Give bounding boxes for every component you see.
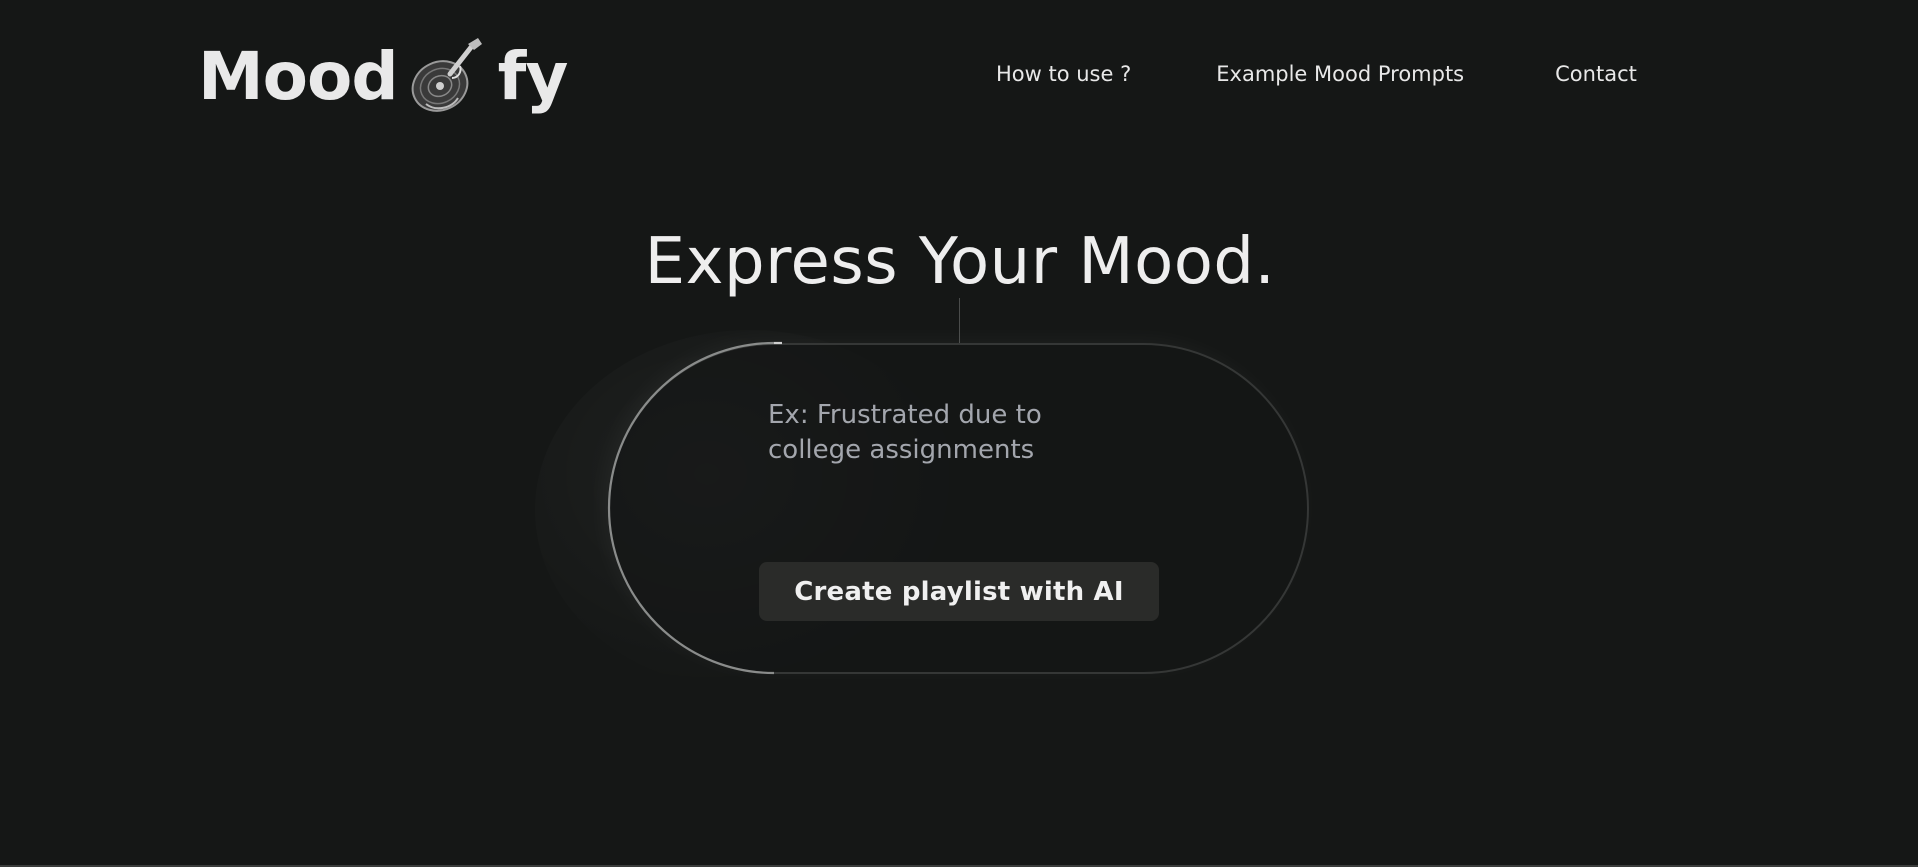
- headline-connector-line: [959, 298, 960, 344]
- nav-link-contact[interactable]: Contact: [1555, 62, 1637, 86]
- main-nav: How to use ? Example Mood Prompts Contac…: [996, 62, 1637, 86]
- nav-link-example-mood-prompts[interactable]: Example Mood Prompts: [1216, 62, 1464, 86]
- brand-logo[interactable]: Mood fy: [198, 30, 569, 122]
- guitar-vinyl-icon: [406, 34, 490, 118]
- hero-headline: Express Your Mood.: [644, 225, 1276, 299]
- brand-name-part1: Mood: [198, 37, 399, 115]
- mood-input-card: [608, 343, 1309, 674]
- nav-link-how-to-use[interactable]: How to use ?: [996, 62, 1131, 86]
- brand-name-part2: fy: [497, 37, 569, 115]
- page: Mood fy How to use ? Example Mood Prompt…: [0, 0, 1918, 867]
- create-playlist-button[interactable]: Create playlist with AI: [759, 562, 1159, 621]
- mood-input[interactable]: [768, 398, 1128, 478]
- guitar-vinyl-svg: [411, 38, 482, 112]
